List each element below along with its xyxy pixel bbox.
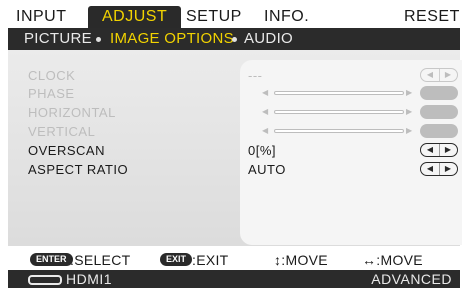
item-phase-label[interactable]: PHASE xyxy=(28,86,75,101)
right-arrow-icon: ▶ xyxy=(444,70,452,79)
status-bar: HDMI1 ADVANCED xyxy=(8,270,460,288)
crumb-audio[interactable]: AUDIO xyxy=(244,30,293,48)
menu-mode: ADVANCED xyxy=(371,271,452,287)
slider-track xyxy=(274,129,404,133)
enter-key-icon: ENTER xyxy=(30,253,73,266)
clock-stepper[interactable]: ◀ ▶ xyxy=(420,68,458,82)
move-vertical-hint: ↕:MOVE xyxy=(274,252,328,268)
phase-slider[interactable]: ◀ ▶ xyxy=(262,88,412,98)
item-aspect-ratio-value: AUTO xyxy=(248,162,286,177)
item-clock-value: --- xyxy=(248,68,263,83)
crumb-picture[interactable]: PICTURE xyxy=(24,30,92,48)
left-arrow-icon: ◀ xyxy=(426,164,434,173)
horizontal-slider[interactable]: ◀ ▶ xyxy=(262,107,412,117)
left-arrow-icon: ◀ xyxy=(262,88,269,97)
select-hint: :SELECT xyxy=(70,252,131,268)
crumb-image-options[interactable]: IMAGE OPTIONS xyxy=(110,30,234,48)
top-tab-bar: INPUT ADJUST SETUP INFO. RESET xyxy=(8,6,460,28)
overscan-stepper[interactable]: ◀ ▶ xyxy=(420,143,458,157)
aspect-ratio-stepper[interactable]: ◀ ▶ xyxy=(420,162,458,176)
item-clock-label[interactable]: CLOCK xyxy=(28,68,75,83)
item-overscan-label[interactable]: OVERSCAN xyxy=(28,143,105,158)
vertical-slider[interactable]: ◀ ▶ xyxy=(262,126,412,136)
right-arrow-icon: ▶ xyxy=(444,145,452,154)
button-hints: ENTER :SELECT EXIT :EXIT ↕:MOVE ↔:MOVE xyxy=(8,250,460,270)
left-arrow-icon: ◀ xyxy=(426,145,434,154)
tab-info[interactable]: INFO. xyxy=(264,6,309,28)
tab-setup[interactable]: SETUP xyxy=(186,6,242,28)
left-arrow-icon: ◀ xyxy=(262,107,269,116)
exit-key-icon: EXIT xyxy=(160,253,193,266)
right-arrow-icon: ▶ xyxy=(406,126,413,135)
left-arrow-icon: ◀ xyxy=(426,70,434,79)
exit-hint: :EXIT xyxy=(192,252,229,268)
slider-track xyxy=(274,91,404,95)
breadcrumb-separator xyxy=(96,37,101,42)
tab-adjust[interactable]: ADJUST xyxy=(88,6,182,28)
horizontal-value-pill xyxy=(420,105,458,119)
osd-menu: INPUT ADJUST SETUP INFO. RESET PICTURE I… xyxy=(0,0,468,288)
item-overscan-value: 0[%] xyxy=(248,143,277,158)
item-horizontal-label[interactable]: HORIZONTAL xyxy=(28,105,116,120)
slider-track xyxy=(274,110,404,114)
tab-input[interactable]: INPUT xyxy=(16,6,67,28)
tab-reset[interactable]: RESET xyxy=(404,6,460,28)
right-arrow-icon: ▶ xyxy=(406,107,413,116)
settings-panel: CLOCK --- ◀ ▶ PHASE ◀ ▶ HORIZONTAL ◀ ▶ VE… xyxy=(8,50,462,246)
item-vertical-label[interactable]: VERTICAL xyxy=(28,124,95,139)
breadcrumb: PICTURE IMAGE OPTIONS AUDIO xyxy=(8,28,460,50)
move-horizontal-hint: ↔:MOVE xyxy=(362,252,423,268)
left-arrow-icon: ◀ xyxy=(262,126,269,135)
breadcrumb-separator xyxy=(232,37,237,42)
phase-value-pill xyxy=(420,86,458,100)
hdmi-icon xyxy=(28,275,62,285)
right-arrow-icon: ▶ xyxy=(406,88,413,97)
item-aspect-ratio-label[interactable]: ASPECT RATIO xyxy=(28,162,128,177)
input-source: HDMI1 xyxy=(66,271,113,287)
right-arrow-icon: ▶ xyxy=(444,164,452,173)
vertical-value-pill xyxy=(420,124,458,138)
